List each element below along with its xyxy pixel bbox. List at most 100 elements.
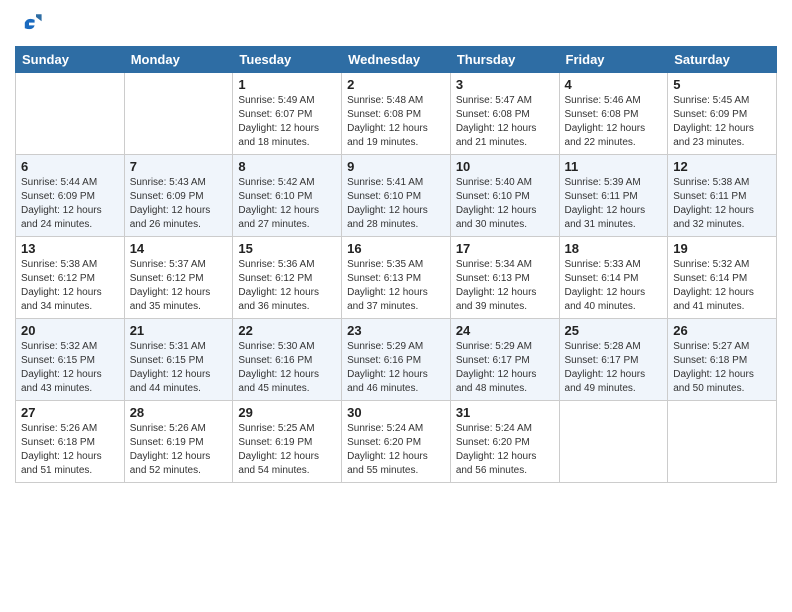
day-number: 13 <box>21 241 119 256</box>
cell-text: Sunrise: 5:26 AMSunset: 6:18 PMDaylight:… <box>21 423 102 476</box>
calendar-cell: 6 Sunrise: 5:44 AMSunset: 6:09 PMDaylight… <box>16 155 125 237</box>
day-number: 8 <box>238 159 336 174</box>
day-number: 31 <box>456 405 554 420</box>
cell-text: Sunrise: 5:27 AMSunset: 6:18 PMDaylight:… <box>673 341 754 394</box>
day-number: 24 <box>456 323 554 338</box>
calendar-cell <box>668 401 777 483</box>
calendar-week-row: 1 Sunrise: 5:49 AMSunset: 6:07 PMDaylight… <box>16 73 777 155</box>
cell-text: Sunrise: 5:32 AMSunset: 6:15 PMDaylight:… <box>21 341 102 394</box>
cell-text: Sunrise: 5:35 AMSunset: 6:13 PMDaylight:… <box>347 259 428 312</box>
calendar-cell <box>16 73 125 155</box>
calendar-cell: 25 Sunrise: 5:28 AMSunset: 6:17 PMDayligh… <box>559 319 668 401</box>
day-number: 22 <box>238 323 336 338</box>
cell-text: Sunrise: 5:24 AMSunset: 6:20 PMDaylight:… <box>347 423 428 476</box>
cell-text: Sunrise: 5:38 AMSunset: 6:11 PMDaylight:… <box>673 177 754 230</box>
day-number: 19 <box>673 241 771 256</box>
cell-text: Sunrise: 5:28 AMSunset: 6:17 PMDaylight:… <box>565 341 646 394</box>
cell-text: Sunrise: 5:45 AMSunset: 6:09 PMDaylight:… <box>673 95 754 148</box>
cell-text: Sunrise: 5:33 AMSunset: 6:14 PMDaylight:… <box>565 259 646 312</box>
calendar-cell <box>559 401 668 483</box>
calendar-cell: 9Sunrise: 5:41 AMSunset: 6:10 PMDaylight… <box>342 155 451 237</box>
logo <box>15 10 47 38</box>
day-number: 29 <box>238 405 336 420</box>
cell-text: Sunrise: 5:31 AMSunset: 6:15 PMDaylight:… <box>130 341 211 394</box>
day-number: 27 <box>21 405 119 420</box>
day-number: 4 <box>565 77 663 92</box>
day-number: 7 <box>130 159 228 174</box>
calendar-cell: 2 Sunrise: 5:48 AMSunset: 6:08 PMDaylight… <box>342 73 451 155</box>
calendar: SundayMondayTuesdayWednesdayThursdayFrid… <box>15 46 777 483</box>
day-number: 26 <box>673 323 771 338</box>
calendar-cell: 29 Sunrise: 5:25 AMSunset: 6:19 PMDayligh… <box>233 401 342 483</box>
calendar-week-row: 20Sunrise: 5:32 AMSunset: 6:15 PMDayligh… <box>16 319 777 401</box>
calendar-day-header: Sunday <box>16 47 125 73</box>
logo-icon <box>15 10 43 38</box>
calendar-day-header: Saturday <box>668 47 777 73</box>
calendar-cell: 8 Sunrise: 5:42 AMSunset: 6:10 PMDaylight… <box>233 155 342 237</box>
calendar-cell: 18Sunrise: 5:33 AMSunset: 6:14 PMDayligh… <box>559 237 668 319</box>
calendar-cell: 16 Sunrise: 5:35 AMSunset: 6:13 PMDayligh… <box>342 237 451 319</box>
day-number: 28 <box>130 405 228 420</box>
day-number: 5 <box>673 77 771 92</box>
calendar-cell: 5 Sunrise: 5:45 AMSunset: 6:09 PMDaylight… <box>668 73 777 155</box>
calendar-cell: 14 Sunrise: 5:37 AMSunset: 6:12 PMDayligh… <box>124 237 233 319</box>
calendar-cell: 10 Sunrise: 5:40 AMSunset: 6:10 PMDayligh… <box>450 155 559 237</box>
cell-text: Sunrise: 5:36 AMSunset: 6:12 PMDaylight:… <box>238 259 319 312</box>
calendar-cell: 13 Sunrise: 5:38 AMSunset: 6:12 PMDayligh… <box>16 237 125 319</box>
day-number: 30 <box>347 405 445 420</box>
header <box>15 10 777 38</box>
calendar-cell: 27 Sunrise: 5:26 AMSunset: 6:18 PMDayligh… <box>16 401 125 483</box>
calendar-day-header: Thursday <box>450 47 559 73</box>
cell-text: Sunrise: 5:29 AMSunset: 6:17 PMDaylight:… <box>456 341 537 394</box>
cell-text: Sunrise: 5:30 AMSunset: 6:16 PMDaylight:… <box>238 341 319 394</box>
cell-text: Sunrise: 5:47 AMSunset: 6:08 PMDaylight:… <box>456 95 537 148</box>
cell-text: Sunrise: 5:46 AMSunset: 6:08 PMDaylight:… <box>565 95 646 148</box>
cell-text: Sunrise: 5:48 AMSunset: 6:08 PMDaylight:… <box>347 95 428 148</box>
day-number: 10 <box>456 159 554 174</box>
calendar-day-header: Wednesday <box>342 47 451 73</box>
calendar-day-header: Tuesday <box>233 47 342 73</box>
day-number: 23 <box>347 323 445 338</box>
day-number: 12 <box>673 159 771 174</box>
calendar-cell: 30 Sunrise: 5:24 AMSunset: 6:20 PMDayligh… <box>342 401 451 483</box>
day-number: 15 <box>238 241 336 256</box>
calendar-cell <box>124 73 233 155</box>
cell-text: Sunrise: 5:38 AMSunset: 6:12 PMDaylight:… <box>21 259 102 312</box>
cell-text: Sunrise: 5:49 AMSunset: 6:07 PMDaylight:… <box>238 95 319 148</box>
calendar-day-header: Monday <box>124 47 233 73</box>
cell-text: Sunrise: 5:41 AMSunset: 6:10 PMDaylight:… <box>347 177 428 230</box>
cell-text: Sunrise: 5:39 AMSunset: 6:11 PMDaylight:… <box>565 177 646 230</box>
calendar-week-row: 13 Sunrise: 5:38 AMSunset: 6:12 PMDayligh… <box>16 237 777 319</box>
calendar-week-row: 6 Sunrise: 5:44 AMSunset: 6:09 PMDaylight… <box>16 155 777 237</box>
cell-text: Sunrise: 5:44 AMSunset: 6:09 PMDaylight:… <box>21 177 102 230</box>
calendar-day-header: Friday <box>559 47 668 73</box>
day-number: 2 <box>347 77 445 92</box>
day-number: 25 <box>565 323 663 338</box>
day-number: 11 <box>565 159 663 174</box>
calendar-cell: 19Sunrise: 5:32 AMSunset: 6:14 PMDayligh… <box>668 237 777 319</box>
cell-text: Sunrise: 5:42 AMSunset: 6:10 PMDaylight:… <box>238 177 319 230</box>
cell-text: Sunrise: 5:40 AMSunset: 6:10 PMDaylight:… <box>456 177 537 230</box>
calendar-cell: 4 Sunrise: 5:46 AMSunset: 6:08 PMDaylight… <box>559 73 668 155</box>
page: SundayMondayTuesdayWednesdayThursdayFrid… <box>0 0 792 612</box>
calendar-cell: 3 Sunrise: 5:47 AMSunset: 6:08 PMDaylight… <box>450 73 559 155</box>
calendar-cell: 12 Sunrise: 5:38 AMSunset: 6:11 PMDayligh… <box>668 155 777 237</box>
day-number: 3 <box>456 77 554 92</box>
day-number: 6 <box>21 159 119 174</box>
calendar-cell: 1 Sunrise: 5:49 AMSunset: 6:07 PMDaylight… <box>233 73 342 155</box>
calendar-cell: 11 Sunrise: 5:39 AMSunset: 6:11 PMDayligh… <box>559 155 668 237</box>
calendar-cell: 24 Sunrise: 5:29 AMSunset: 6:17 PMDayligh… <box>450 319 559 401</box>
calendar-cell: 15 Sunrise: 5:36 AMSunset: 6:12 PMDayligh… <box>233 237 342 319</box>
calendar-cell: 17Sunrise: 5:34 AMSunset: 6:13 PMDayligh… <box>450 237 559 319</box>
day-number: 16 <box>347 241 445 256</box>
cell-text: Sunrise: 5:43 AMSunset: 6:09 PMDaylight:… <box>130 177 211 230</box>
day-number: 14 <box>130 241 228 256</box>
day-number: 1 <box>238 77 336 92</box>
calendar-cell: 20Sunrise: 5:32 AMSunset: 6:15 PMDayligh… <box>16 319 125 401</box>
calendar-cell: 23Sunrise: 5:29 AMSunset: 6:16 PMDayligh… <box>342 319 451 401</box>
calendar-header-row: SundayMondayTuesdayWednesdayThursdayFrid… <box>16 47 777 73</box>
cell-text: Sunrise: 5:37 AMSunset: 6:12 PMDaylight:… <box>130 259 211 312</box>
day-number: 21 <box>130 323 228 338</box>
cell-text: Sunrise: 5:34 AMSunset: 6:13 PMDaylight:… <box>456 259 537 312</box>
cell-text: Sunrise: 5:25 AMSunset: 6:19 PMDaylight:… <box>238 423 319 476</box>
